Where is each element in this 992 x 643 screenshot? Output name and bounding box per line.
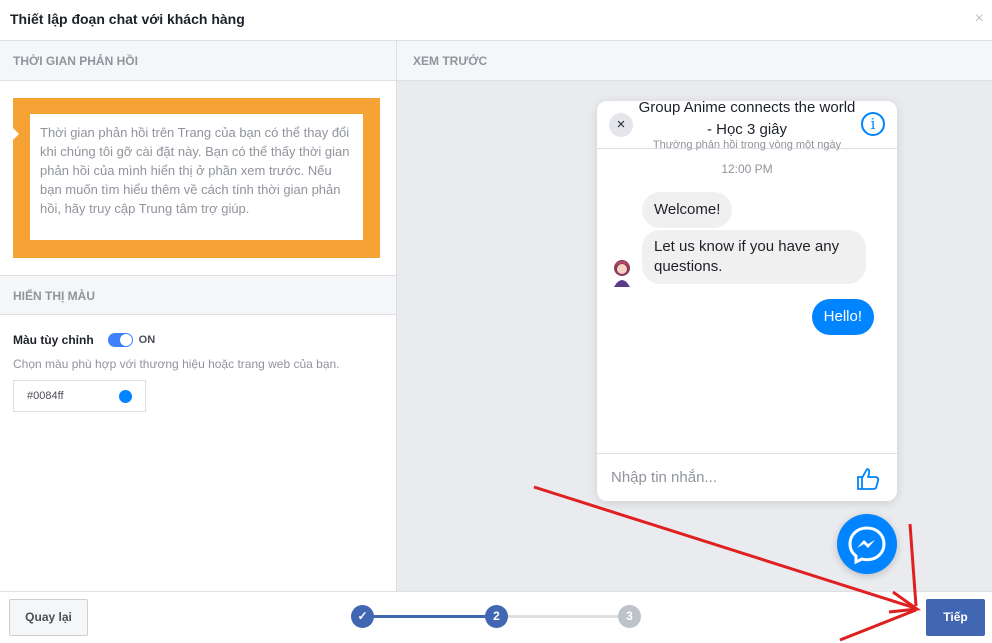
response-time-notice: Thời gian phản hồi trên Trang của bạn có… <box>13 98 380 258</box>
step-1-check-icon[interactable]: ✓ <box>351 605 374 628</box>
incoming-message: Let us know if you have any questions. <box>642 230 866 284</box>
messenger-icon <box>848 526 886 565</box>
toggle-state-label: ON <box>138 334 156 346</box>
step-line-complete <box>363 615 497 618</box>
response-time-header: THỜI GIAN PHẢN HỒI <box>0 41 396 81</box>
settings-panel: THỜI GIAN PHẢN HỒI Thời gian phản hồi tr… <box>0 41 397 591</box>
chat-title: Group Anime connects the world - Học 3 g… <box>638 101 856 138</box>
color-help-text: Chọn màu phù hợp với thương hiệu hoặc tr… <box>13 357 340 371</box>
toggle-knob <box>119 334 132 346</box>
color-section: HIỂN THỊ MÀU Màu tùy chỉnh ON Chọn màu p… <box>0 275 396 412</box>
avatar-image <box>610 257 634 287</box>
step-line-pending <box>497 615 629 618</box>
next-button[interactable]: Tiếp <box>926 599 985 636</box>
like-icon[interactable] <box>855 466 881 492</box>
chat-input-area: Nhập tin nhắn... <box>597 453 897 501</box>
color-header: HIỂN THỊ MÀU <box>0 275 396 315</box>
chat-header: × Group Anime connects the world - Học 3… <box>597 101 897 151</box>
step-2[interactable]: 2 <box>485 605 508 628</box>
custom-color-row: Màu tùy chỉnh ON <box>13 333 155 347</box>
color-input[interactable]: #0084ff <box>13 380 146 412</box>
notice-text: Thời gian phản hồi trên Trang của bạn có… <box>30 114 363 240</box>
notice-pointer <box>13 128 19 140</box>
back-button[interactable]: Quay lại <box>9 599 88 636</box>
outgoing-message: Hello! <box>811 299 874 335</box>
color-swatch[interactable] <box>119 390 132 403</box>
preview-header: XEM TRƯỚC <box>397 41 992 81</box>
preview-panel: XEM TRƯỚC × Group Anime connects the wor… <box>397 41 992 591</box>
color-value: #0084ff <box>27 390 64 402</box>
avatar <box>610 257 634 287</box>
chat-preview-window: × Group Anime connects the world - Học 3… <box>597 101 897 501</box>
incoming-message: Welcome! <box>642 192 733 228</box>
messenger-button[interactable] <box>837 514 897 574</box>
chat-close-icon[interactable]: × <box>609 113 633 137</box>
chat-timestamp: 12:00 PM <box>721 162 773 176</box>
progress-stepper: ✓ 2 3 <box>351 605 643 629</box>
custom-color-label: Màu tùy chỉnh <box>13 333 94 347</box>
dialog-title: Thiết lập đoạn chat với khách hàng <box>10 11 245 27</box>
custom-color-toggle[interactable] <box>107 333 133 347</box>
chat-subtitle: Thường phản hồi trong vòng một ngày <box>652 139 842 151</box>
close-icon[interactable]: × <box>975 10 984 28</box>
message-input[interactable]: Nhập tin nhắn... <box>611 469 717 486</box>
info-icon[interactable]: i <box>861 112 885 136</box>
dialog-footer: Quay lại ✓ 2 3 Tiếp <box>0 591 992 643</box>
step-3[interactable]: 3 <box>618 605 641 628</box>
dialog-header: Thiết lập đoạn chat với khách hàng × <box>0 0 992 41</box>
